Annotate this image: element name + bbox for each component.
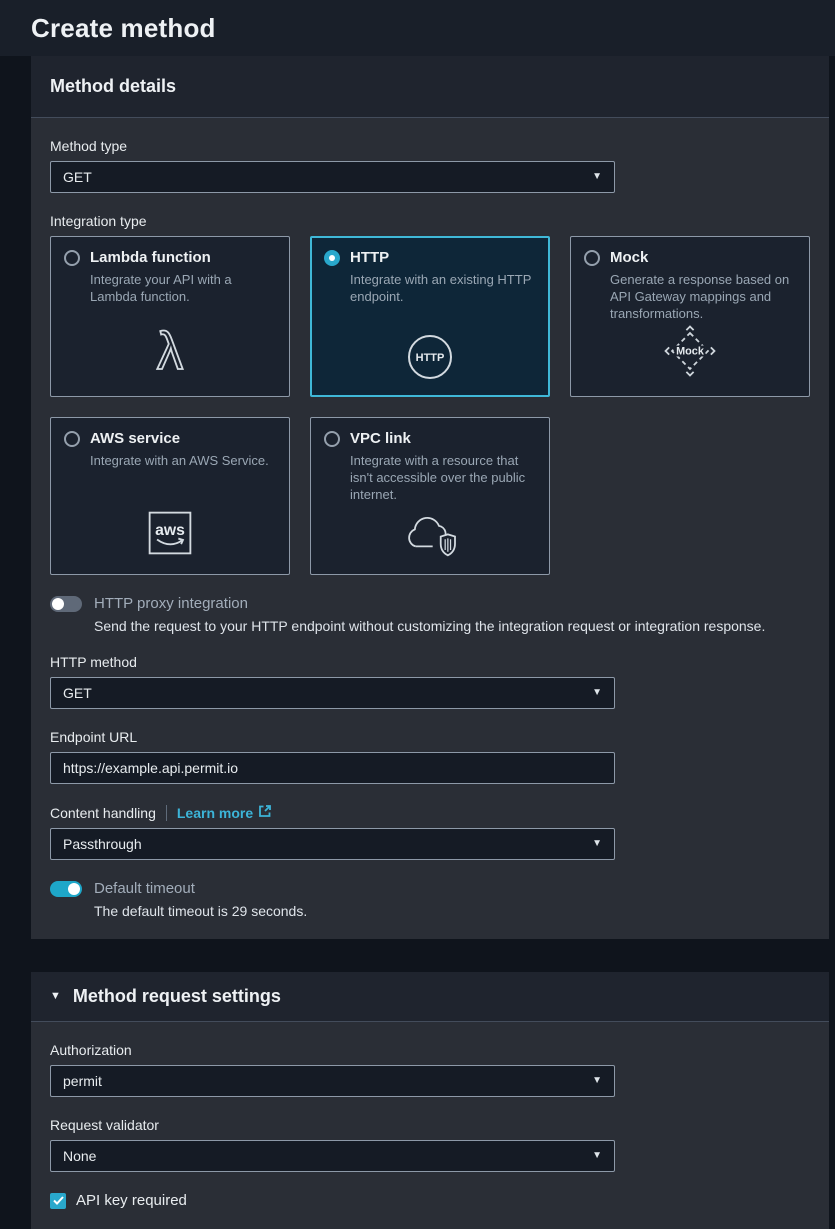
vpc-link-icon	[400, 508, 460, 558]
tile-description: Integrate with an AWS Service.	[90, 452, 276, 469]
tile-aws-service[interactable]: AWS service Integrate with an AWS Servic…	[50, 417, 290, 575]
page-title: Create method	[31, 13, 216, 44]
tile-lambda-function[interactable]: Lambda function Integrate your API with …	[50, 236, 290, 397]
radio-unselected-icon[interactable]	[584, 250, 600, 266]
content-handling-field: Content handling Learn more Passthrough	[50, 804, 810, 860]
content-handling-value: Passthrough	[63, 836, 142, 852]
http-proxy-description: Send the request to your HTTP endpoint w…	[94, 618, 810, 634]
http-proxy-field: HTTP proxy integration Send the request …	[50, 595, 810, 634]
request-validator-select[interactable]: None ▼	[50, 1140, 615, 1172]
content-handling-label: Content handling	[50, 805, 156, 821]
tile-title: HTTP	[350, 249, 389, 267]
request-validator-label: Request validator	[50, 1117, 810, 1133]
endpoint-url-field: Endpoint URL	[50, 729, 810, 784]
default-timeout-toggle[interactable]	[50, 881, 82, 897]
learn-more-link[interactable]: Learn more	[177, 804, 272, 821]
method-request-settings-header[interactable]: ▼ Method request settings	[31, 972, 829, 1022]
http-method-field: HTTP method GET ▼	[50, 654, 810, 709]
tile-title: Mock	[610, 249, 648, 267]
tile-description: Generate a response based on API Gateway…	[610, 271, 796, 322]
http-icon: HTTP	[407, 334, 453, 380]
radio-unselected-icon[interactable]	[324, 431, 340, 447]
label-divider	[166, 805, 167, 821]
lambda-icon: λ	[141, 318, 199, 380]
tile-mock[interactable]: Mock Generate a response based on API Ga…	[570, 236, 810, 397]
content-handling-select[interactable]: Passthrough ▼	[50, 828, 615, 860]
external-link-icon	[258, 804, 272, 821]
http-method-label: HTTP method	[50, 654, 810, 670]
page-header: Create method	[0, 0, 835, 56]
method-details-title: Method details	[50, 76, 810, 97]
svg-text:HTTP: HTTP	[416, 352, 445, 364]
radio-selected-icon[interactable]	[324, 250, 340, 266]
svg-text:Mock: Mock	[676, 346, 705, 358]
method-details-card: Method details Method type GET ▼ Integra…	[31, 56, 829, 939]
tile-description: Integrate with an existing HTTP endpoint…	[350, 271, 536, 305]
method-type-value: GET	[63, 169, 92, 185]
method-request-settings-card: ▼ Method request settings Authorization …	[31, 972, 829, 1229]
tile-title: Lambda function	[90, 249, 211, 267]
chevron-down-icon: ▼	[592, 1151, 602, 1161]
chevron-down-icon: ▼	[592, 839, 602, 849]
tile-description: Integrate with a resource that isn't acc…	[350, 452, 536, 503]
authorization-select[interactable]: permit ▼	[50, 1065, 615, 1097]
method-type-select[interactable]: GET ▼	[50, 161, 615, 193]
collapse-icon: ▼	[50, 991, 61, 1002]
endpoint-url-input[interactable]	[50, 752, 615, 784]
chevron-down-icon: ▼	[592, 1076, 602, 1086]
default-timeout-description: The default timeout is 29 seconds.	[94, 903, 810, 919]
svg-text:aws: aws	[155, 522, 185, 539]
method-type-label: Method type	[50, 138, 810, 154]
radio-unselected-icon[interactable]	[64, 250, 80, 266]
method-type-field: Method type GET ▼	[50, 138, 810, 193]
tile-description: Integrate your API with a Lambda functio…	[90, 271, 276, 305]
api-key-checkbox[interactable]	[50, 1193, 66, 1209]
request-validator-value: None	[63, 1148, 96, 1164]
radio-unselected-icon[interactable]	[64, 431, 80, 447]
integration-type-tiles: Lambda function Integrate your API with …	[50, 236, 810, 575]
default-timeout-toggle-label: Default timeout	[94, 880, 195, 897]
http-proxy-toggle[interactable]	[50, 596, 82, 612]
http-method-select[interactable]: GET ▼	[50, 677, 615, 709]
mock-icon: Mock	[661, 322, 719, 380]
tile-http[interactable]: HTTP Integrate with an existing HTTP end…	[310, 236, 550, 397]
method-request-settings-title: Method request settings	[73, 986, 281, 1007]
svg-text:λ: λ	[157, 322, 183, 380]
tile-title: VPC link	[350, 430, 411, 448]
authorization-field: Authorization permit ▼	[50, 1042, 810, 1097]
endpoint-url-label: Endpoint URL	[50, 729, 810, 745]
api-key-checkbox-label: API key required	[76, 1192, 187, 1209]
http-method-value: GET	[63, 685, 92, 701]
http-proxy-toggle-label: HTTP proxy integration	[94, 595, 248, 612]
tile-title: AWS service	[90, 430, 180, 448]
authorization-value: permit	[63, 1073, 102, 1089]
default-timeout-field: Default timeout The default timeout is 2…	[50, 880, 810, 919]
aws-icon: aws	[144, 508, 196, 558]
integration-type-field: Integration type Lambda function Integra…	[50, 213, 810, 575]
integration-type-label: Integration type	[50, 213, 810, 229]
tile-vpc-link[interactable]: VPC link Integrate with a resource that …	[310, 417, 550, 575]
request-validator-field: Request validator None ▼	[50, 1117, 810, 1172]
chevron-down-icon: ▼	[592, 172, 602, 182]
api-key-required-field: API key required	[50, 1192, 810, 1209]
method-details-header: Method details	[31, 56, 829, 118]
authorization-label: Authorization	[50, 1042, 810, 1058]
chevron-down-icon: ▼	[592, 688, 602, 698]
learn-more-label: Learn more	[177, 805, 253, 821]
